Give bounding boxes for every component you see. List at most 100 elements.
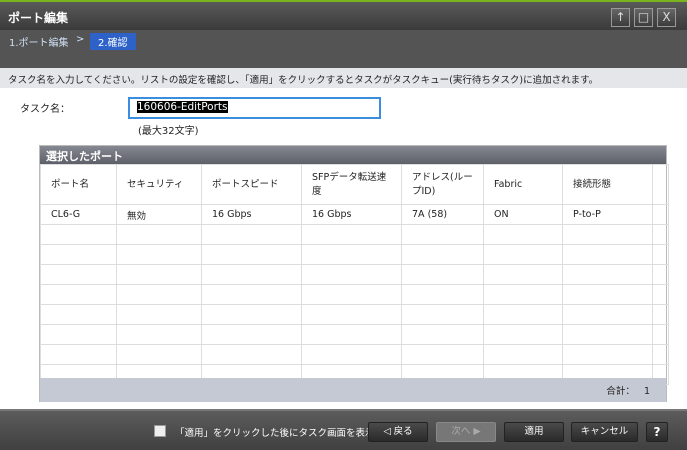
empty-row [40,244,669,265]
empty-cell [40,224,117,245]
empty-cell [40,324,117,345]
cell-connection: P-to-P [562,204,653,225]
empty-cell [116,284,202,305]
col-fabric[interactable]: Fabric [483,164,563,205]
empty-row [40,284,669,305]
empty-cell [401,244,484,265]
instruction-text: タスク名を入力してください。リストの設定を確認し、「適用」をクリックするとタスク… [0,68,687,88]
empty-cell [483,304,563,325]
cell-fabric: ON [483,204,563,225]
empty-cell [483,344,563,365]
ports-table: ポート名 セキュリティ ポートスピード SFPデータ転送速度 アドレス(ループI… [40,164,669,385]
empty-cell [201,244,302,265]
col-security[interactable]: セキュリティ [116,164,202,205]
cell-sfp-speed: 16 Gbps [301,204,402,225]
empty-cell [116,304,202,325]
title-bar: ポート編集 ↑ □ X [0,0,687,30]
empty-cell [40,244,117,265]
empty-cell [562,324,653,345]
empty-cell [116,224,202,245]
close-icon[interactable]: X [657,8,676,27]
apply-button[interactable]: 適用 [504,422,564,442]
empty-cell [652,304,669,325]
empty-row [40,224,669,245]
show-tasks-checkbox[interactable] [154,425,166,437]
col-port-name[interactable]: ポート名 [40,164,117,205]
empty-cell [116,264,202,285]
cell-address: 7A (58) [401,204,484,225]
empty-cell [301,304,402,325]
empty-cell [401,324,484,345]
show-tasks-label[interactable]: 「適用」をクリックした後にタスク画面を表示 [175,425,375,439]
empty-cell [116,324,202,345]
empty-cell [652,264,669,285]
table-footer: 合計： 1 [40,378,666,402]
empty-cell [201,224,302,245]
empty-cell [301,344,402,365]
empty-cell [483,324,563,345]
cell-port-name: CL6-G [40,204,117,225]
pin-icon[interactable]: ↑ [611,8,630,27]
empty-cell [652,344,669,365]
empty-cell [201,324,302,345]
empty-cell [116,244,202,265]
task-name-label: タスク名： [20,104,70,115]
empty-cell [201,344,302,365]
maximize-icon[interactable]: □ [634,8,653,27]
total-count: 1 [643,386,650,397]
table-row[interactable]: CL6-G 無効 16 Gbps 16 Gbps 7A (58) ON P-to… [40,204,669,225]
empty-row [40,264,669,285]
empty-row [40,324,669,345]
empty-cell [401,284,484,305]
empty-cell [201,264,302,285]
empty-cell [301,224,402,245]
empty-cell [401,344,484,365]
empty-cell [401,224,484,245]
empty-row [40,344,669,365]
empty-cell [301,264,402,285]
task-name-hint: (最大32文字) [138,126,199,137]
col-port-speed[interactable]: ポートスピード [201,164,302,205]
step-separator: > [76,34,85,45]
cell-port-speed: 16 Gbps [201,204,302,225]
empty-cell [40,264,117,285]
empty-cell [562,264,653,285]
empty-cell [652,224,669,245]
empty-cell [562,344,653,365]
window-title: ポート編集 [8,11,69,25]
back-button[interactable]: ◁ 戻る [368,422,428,442]
empty-cell [652,284,669,305]
col-address[interactable]: アドレス(ループID) [401,164,484,205]
col-connection[interactable]: 接続形態 [562,164,653,205]
empty-cell [562,304,653,325]
wizard-steps: 1.ポート編集 > 2.確認 [0,30,687,68]
empty-cell [483,224,563,245]
total-label: 合計： [606,386,635,397]
empty-cell [40,284,117,305]
col-filler [652,164,669,205]
empty-cell [401,304,484,325]
empty-row [40,304,669,325]
empty-cell [40,344,117,365]
empty-cell [562,244,653,265]
step-confirm: 2.確認 [90,33,136,50]
empty-cell [483,264,563,285]
step-edit[interactable]: 1.ポート編集 [9,34,69,49]
empty-cell [201,304,302,325]
help-button[interactable]: ? [646,422,668,442]
cancel-button[interactable]: キャンセル [571,422,638,442]
empty-cell [652,324,669,345]
empty-cell [562,284,653,305]
next-button: 次へ ▶ [436,422,496,442]
col-sfp-speed[interactable]: SFPデータ転送速度 [301,164,402,205]
task-name-value: 160606-EditPorts [137,101,228,113]
empty-cell [401,264,484,285]
empty-cell [201,284,302,305]
empty-cell [40,304,117,325]
cell-filler [652,204,669,225]
empty-cell [116,344,202,365]
task-name-input[interactable]: 160606-EditPorts [128,97,381,119]
empty-cell [483,244,563,265]
empty-cell [301,284,402,305]
cell-security: 無効 [116,204,202,225]
